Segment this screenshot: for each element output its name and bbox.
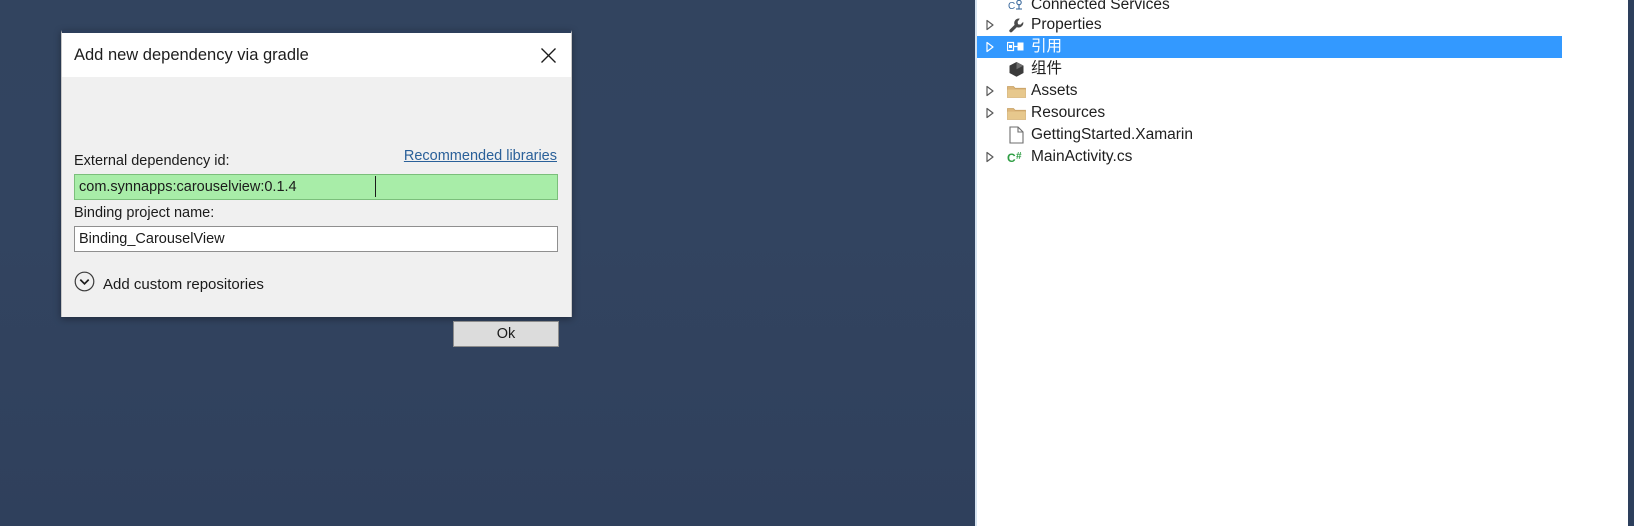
tree-item-1[interactable]: Properties [977, 14, 1562, 36]
external-dependency-input[interactable] [74, 174, 558, 200]
close-icon[interactable] [533, 40, 563, 70]
tree-item-6[interactable]: GettingStarted.Xamarin [977, 124, 1562, 146]
expander-chevron-icon[interactable] [977, 19, 1003, 31]
svg-text:C: C [1007, 151, 1016, 165]
tree-item-4[interactable]: Assets [977, 80, 1562, 102]
svg-text:C: C [1008, 1, 1015, 12]
add-custom-repositories-label: Add custom repositories [103, 275, 264, 293]
tree-item-7[interactable]: C # MainActivity.cs [977, 146, 1562, 168]
ok-button[interactable]: Ok [453, 321, 559, 347]
wrench-icon [1003, 17, 1029, 34]
tree-item-label: Resources [1031, 104, 1106, 121]
tree-item-label: 组件 [1031, 60, 1063, 77]
tree-item-5[interactable]: Resources [977, 102, 1562, 124]
add-dependency-dialog: Add new dependency via gradle Recommende… [61, 30, 572, 347]
add-custom-repositories-toggle[interactable]: Add custom repositories [74, 271, 264, 297]
tree-item-3[interactable]: 组件 [977, 58, 1562, 80]
dialog-title: Add new dependency via gradle [74, 45, 309, 64]
text-caret [375, 176, 376, 197]
solution-explorer-panel: C Connected Services Properties 引用 组件 Assets R… [975, 0, 1634, 526]
binding-project-label: Binding project name: [74, 205, 215, 221]
external-dependency-label: External dependency id: [74, 153, 230, 169]
references-icon [1003, 40, 1029, 54]
svg-text:#: # [1016, 151, 1022, 162]
csharp-icon: C # [1003, 149, 1029, 165]
chevron-down-circle-icon [74, 271, 95, 297]
expander-chevron-icon[interactable] [977, 151, 1003, 163]
tree-item-label: Assets [1031, 82, 1078, 99]
dialog-title-bar: Add new dependency via gradle [62, 33, 571, 77]
tree-item-label: MainActivity.cs [1031, 148, 1133, 165]
connected-services-icon: C [1003, 0, 1029, 14]
application-window: C Connected Services Properties 引用 组件 Assets R… [0, 0, 1634, 526]
components-cube-icon [1003, 61, 1029, 78]
binding-project-name-input[interactable] [74, 226, 558, 252]
recommended-libraries-link[interactable]: Recommended libraries [404, 148, 557, 164]
dialog-body: Recommended libraries External dependenc… [62, 77, 571, 347]
tree-item-label: Properties [1031, 16, 1102, 33]
folder-icon [1003, 84, 1029, 99]
folder-icon [1003, 106, 1029, 121]
tree-item-2[interactable]: 引用 [977, 36, 1562, 58]
expander-chevron-icon[interactable] [977, 85, 1003, 97]
file-icon [1003, 126, 1029, 144]
expander-chevron-icon[interactable] [977, 107, 1003, 119]
panel-right-edge [1628, 0, 1634, 526]
tree-item-label: 引用 [1031, 38, 1063, 55]
expander-chevron-icon[interactable] [977, 41, 1003, 53]
tree-item-label: GettingStarted.Xamarin [1031, 126, 1193, 143]
